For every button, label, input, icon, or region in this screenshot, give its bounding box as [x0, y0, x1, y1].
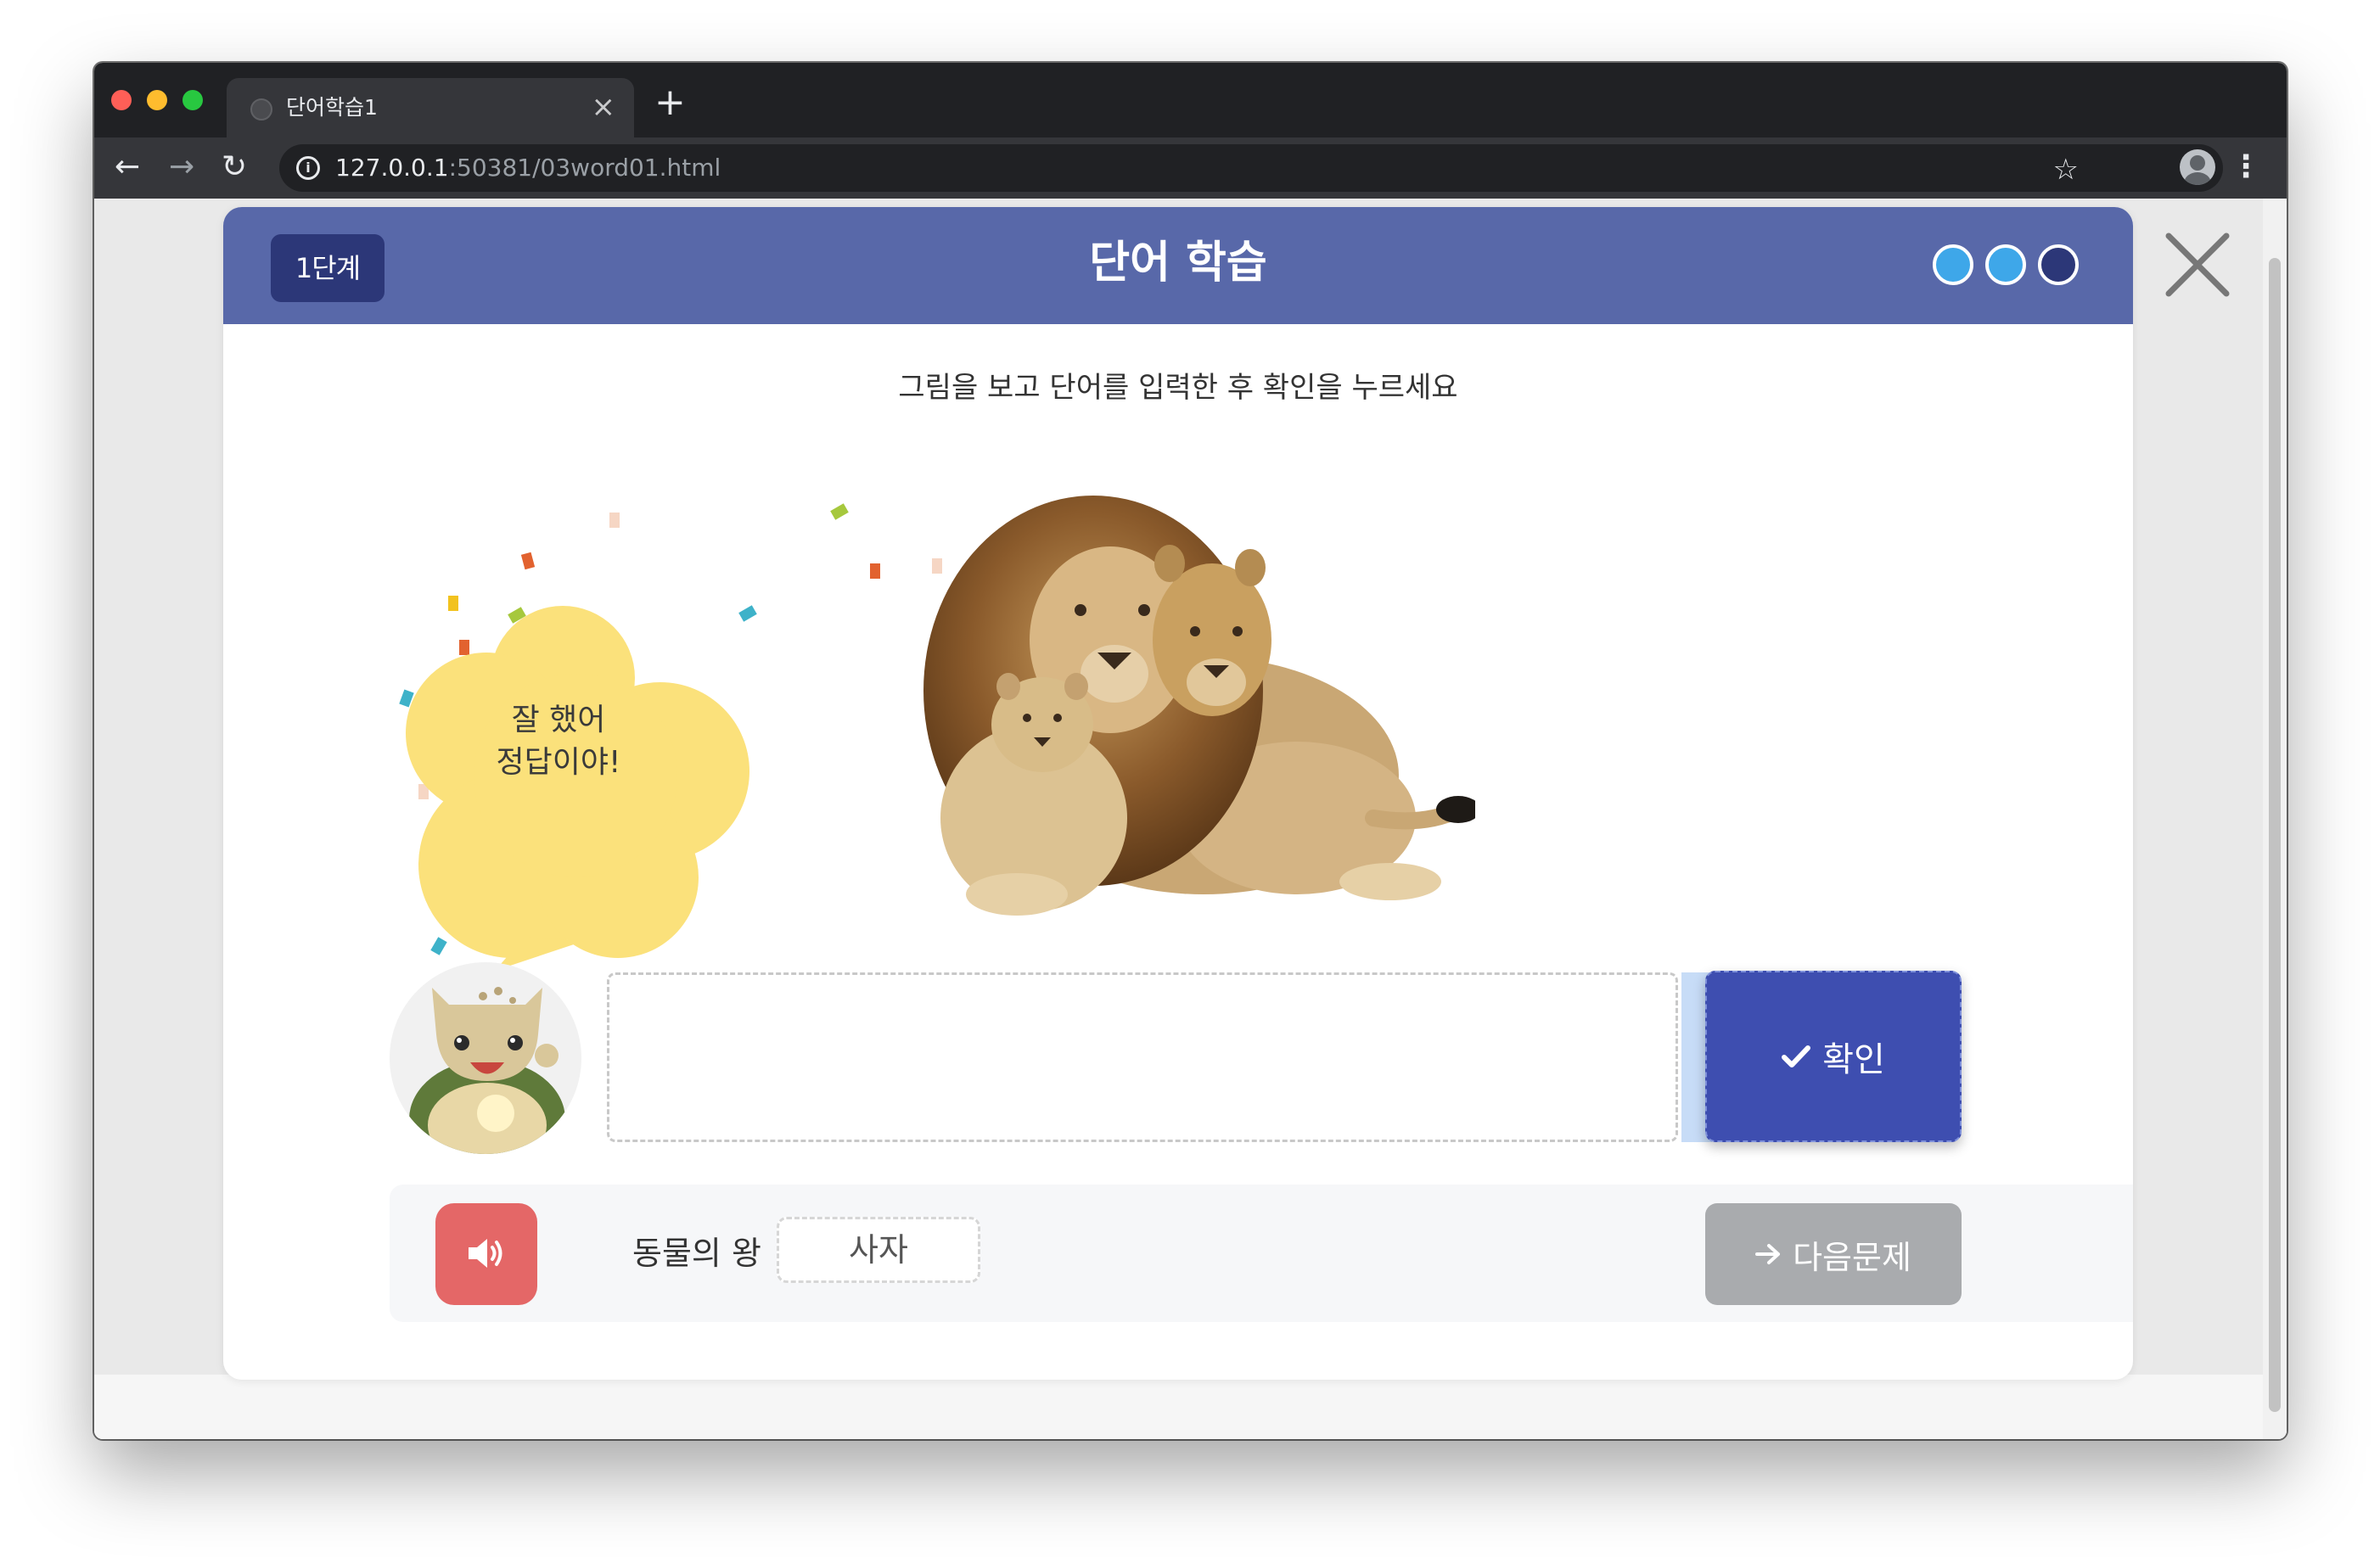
browser-tab[interactable]: 단어학습1 ×: [227, 78, 634, 137]
panel-header: 1단계 단어 학습: [223, 207, 2133, 324]
url-host: 127.0.0.1: [335, 154, 449, 182]
url-path: :50381/03word01.html: [448, 154, 721, 182]
close-icon[interactable]: [2162, 229, 2233, 300]
turtle-mascot-icon: [409, 987, 565, 1154]
maximize-window-button[interactable]: [182, 90, 203, 110]
progress-dot-3: [2038, 244, 2079, 285]
hint-label: 동물의 왕: [632, 1235, 761, 1272]
browser-window: 단어학습1 × + ← → ↻ i 127.0.0.1:50381/03word…: [94, 63, 2287, 1439]
lion-family-image: [923, 496, 1475, 916]
confirm-button[interactable]: 확인: [1705, 971, 1962, 1142]
page-scrollbar[interactable]: [2263, 199, 2287, 1439]
feedback-line-2: 정답이야!: [496, 745, 621, 780]
minimize-window-button[interactable]: [147, 90, 167, 110]
next-question-button[interactable]: 다음문제: [1705, 1203, 1962, 1305]
reload-icon[interactable]: ↻: [222, 148, 247, 187]
word-learning-panel: 1단계 단어 학습 그림을 보고 단어를 입력한 후 확인을 누르세요 잘 했어…: [223, 207, 2133, 1380]
page: { "browser": { "tab_title": "단어학습1", "ta…: [0, 0, 2380, 1563]
close-window-button[interactable]: [111, 90, 132, 110]
profile-icon[interactable]: [2180, 149, 2215, 185]
address-bar[interactable]: i 127.0.0.1:50381/03word01.html ☆: [279, 144, 2223, 192]
check-icon: [1782, 1045, 1811, 1067]
confirm-button-label: 확인: [1822, 1040, 1885, 1079]
page-title: 단어 학습: [1089, 238, 1267, 289]
url-text[interactable]: 127.0.0.1:50381/03word01.html: [335, 153, 721, 183]
arrow-right-icon: [1755, 1244, 1781, 1264]
new-tab-icon[interactable]: +: [654, 81, 686, 124]
globe-icon: [250, 98, 272, 120]
next-button-label: 다음문제: [1793, 1238, 1911, 1276]
progress-dot-2: [1985, 244, 2026, 285]
speaker-icon: [469, 1238, 502, 1268]
page-footer-area: [94, 1375, 2287, 1439]
close-tab-icon[interactable]: ×: [592, 90, 616, 124]
mascot-avatar: [390, 962, 581, 1154]
hint-answer-box: 사자: [777, 1217, 980, 1283]
hint-bar: 동물의 왕 사자 다음문제: [390, 1185, 2133, 1322]
answer-input[interactable]: [607, 972, 1678, 1142]
feedback-line-1: 잘 했어: [511, 703, 606, 737]
feedback-speech-bubble: [406, 606, 749, 971]
browser-toolbar: ← → ↻ i 127.0.0.1:50381/03word01.html ☆ …: [94, 137, 2287, 199]
scrollbar-thumb[interactable]: [2269, 258, 2281, 1412]
instruction-text: 그림을 보고 단어를 입력한 후 확인을 누르세요: [898, 371, 1458, 405]
bookmark-star-icon[interactable]: ☆: [2053, 153, 2079, 187]
progress-dot-1: [1933, 244, 1973, 285]
back-icon[interactable]: ←: [115, 148, 140, 187]
tab-title: 단어학습1: [286, 95, 378, 120]
page-content: 1단계 단어 학습 그림을 보고 단어를 입력한 후 확인을 누르세요 잘 했어…: [94, 199, 2287, 1439]
info-icon[interactable]: i: [296, 156, 320, 180]
play-sound-button[interactable]: [435, 1203, 537, 1305]
menu-icon[interactable]: ⋮: [2231, 148, 2261, 187]
feedback-message: 잘 했어 정답이야!: [406, 699, 711, 784]
forward-icon[interactable]: →: [169, 148, 194, 187]
tab-bar: 단어학습1 × +: [94, 63, 2287, 137]
